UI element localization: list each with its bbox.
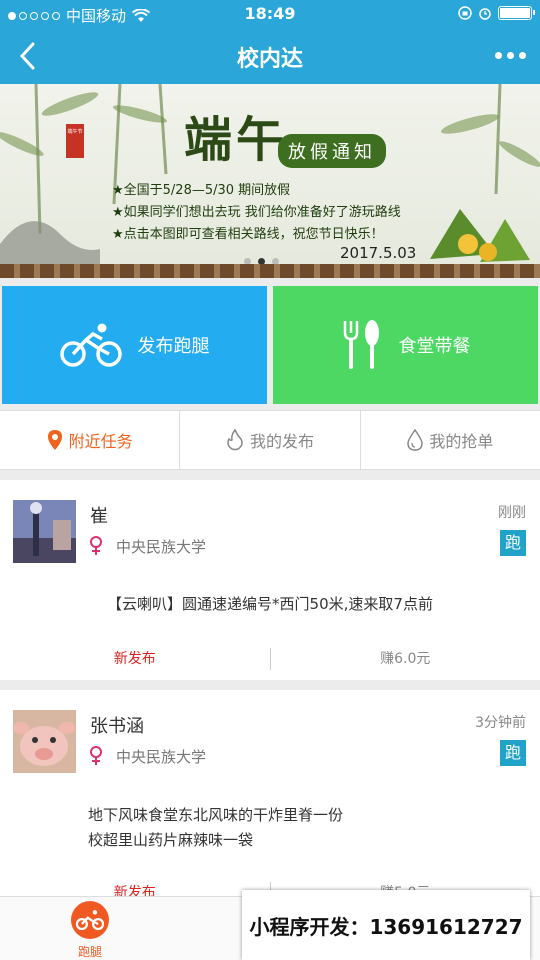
tab-my-grabs[interactable]: 我的抢单: [361, 411, 540, 469]
task-card[interactable]: 崔 中央民族大学 刚刚 跑 【云喇叭】圆通速递编号*西门50米,速来取7点前 新…: [0, 480, 540, 680]
task-card[interactable]: 张书涵 中央民族大学 3分钟前 跑 地下风味食堂东北风味的干炸里脊一份 校超里山…: [0, 690, 540, 904]
school-name: 中央民族大学: [116, 748, 207, 766]
user-name: 张书涵: [90, 716, 144, 737]
reward-label: 赚6.0元: [269, 648, 540, 670]
canteen-delivery-label: 食堂带餐: [398, 336, 471, 357]
female-icon: [90, 746, 102, 765]
bicycle-icon: [59, 323, 122, 367]
holiday-banner[interactable]: 端午节 端午 放假通知 ★全国于5/28—5/30 期间放假 ★如果同学们想出去…: [0, 84, 540, 278]
user-name: 崔: [90, 506, 108, 527]
canteen-delivery-button[interactable]: 食堂带餐: [273, 286, 538, 404]
publish-errand-label: 发布跑腿: [137, 336, 210, 357]
banner-line: ★点击本图即可查看相关路线，祝您节日快乐！: [112, 227, 384, 242]
drop-icon: [407, 429, 424, 451]
promo-banner: 小程序开发：13691612727: [242, 890, 530, 960]
alarm-icon: [479, 8, 491, 20]
battery-icon: [498, 6, 535, 20]
task-footer: 新发布 赚6.0元: [0, 648, 540, 670]
status-label: 新发布: [113, 651, 156, 667]
fork-knife-icon: [343, 320, 379, 369]
location-pin-icon: [47, 430, 62, 450]
page-title: 校内达: [236, 47, 303, 72]
task-content: 校超里山药片麻辣味一袋: [88, 831, 254, 849]
rotation-lock-icon: [458, 6, 472, 20]
task-content: 【云喇叭】圆通速递编号*西门50米,速来取7点前: [107, 595, 433, 613]
avatar: [13, 500, 76, 563]
quick-actions: 发布跑腿 食堂带餐: [0, 286, 540, 404]
flame-icon: [227, 429, 243, 451]
avatar: [13, 710, 76, 773]
tab-my-posts[interactable]: 我的发布: [180, 411, 361, 469]
task-tabs: 附近任务 我的发布 我的抢单: [0, 410, 540, 470]
school-name: 中央民族大学: [116, 538, 207, 556]
nav-item-errand[interactable]: 跑腿: [70, 901, 110, 960]
tab-nearby-tasks[interactable]: 附近任务: [0, 411, 181, 469]
post-time: 刚刚: [498, 505, 526, 521]
publish-errand-button[interactable]: 发布跑腿: [2, 286, 267, 404]
seal-stamp: 端午节: [66, 124, 84, 158]
female-icon: [90, 536, 102, 555]
banner-date: 2017.5.03: [340, 244, 417, 262]
banner-title: 端午: [184, 112, 289, 168]
banner-line: ★如果同学们想出去玩 我们给你准备好了游玩路线: [112, 205, 401, 220]
errand-badge: 跑: [500, 530, 526, 556]
errand-badge: 跑: [500, 740, 526, 766]
post-time: 3分钟前: [475, 715, 526, 731]
task-content: 地下风味食堂东北风味的干炸里脊一份: [88, 806, 344, 824]
nav-item-label: 跑腿: [77, 945, 102, 959]
bicycle-icon: [76, 910, 104, 931]
more-icon[interactable]: [495, 52, 526, 59]
banner-subtitle: 放假通知: [278, 134, 386, 168]
decorative-border: [0, 264, 540, 278]
banner-line: ★全国于5/28—5/30 期间放假: [112, 183, 291, 198]
nav-bar: 校内达: [0, 28, 540, 84]
status-bar: 中国移动 18:49: [0, 0, 540, 28]
